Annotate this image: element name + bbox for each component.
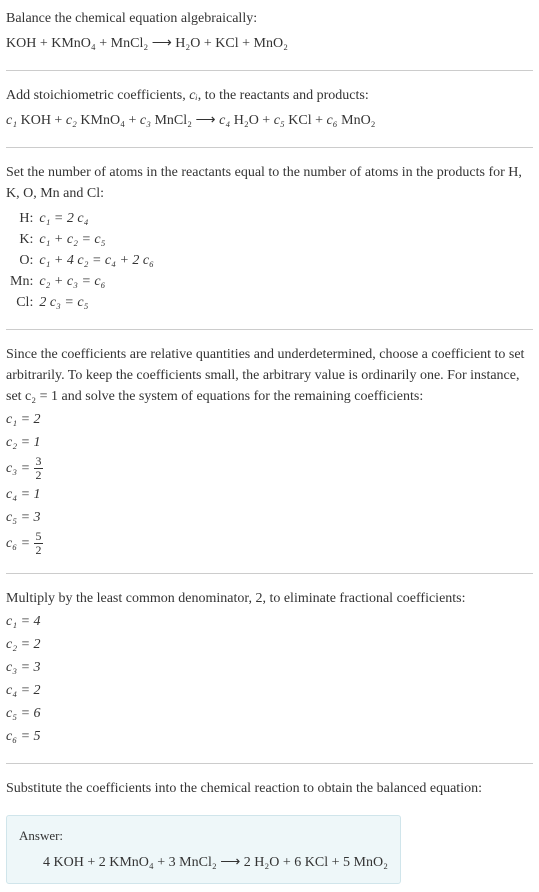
c5-var: c₅ bbox=[274, 113, 285, 128]
frac-den: 2 bbox=[34, 469, 44, 482]
atom-eq-o: c₁ + 4 c₂ = c₄ + 2 c₆ bbox=[39, 250, 154, 271]
intro-equation: KOH + KMnO₄ + MnCl₂ ⟶ H₂O + KCl + MnO₂ bbox=[6, 33, 533, 54]
frac-num: 5 bbox=[34, 530, 44, 544]
atom-label-h: H: bbox=[10, 208, 39, 229]
solve1-text: Since the coefficients are relative quan… bbox=[6, 344, 533, 407]
stoich-equation: c₁ KOH + c₂ KMnO₄ + c₃ MnCl₂ ⟶ c₄ H₂O + … bbox=[6, 110, 533, 131]
answer-equation: 4 KOH + 2 KMnO₄ + 3 MnCl₂ ⟶ 2 H₂O + 6 KC… bbox=[19, 852, 388, 873]
final-text: Substitute the coefficients into the che… bbox=[6, 778, 533, 799]
stoich-text-b: , to the reactants and products: bbox=[198, 88, 369, 103]
frac-num: 3 bbox=[34, 455, 44, 469]
final-section: Substitute the coefficients into the che… bbox=[6, 778, 533, 799]
coef2-c4: c₄ = 2 bbox=[6, 680, 533, 701]
answer-box: Answer: 4 KOH + 2 KMnO₄ + 3 MnCl₂ ⟶ 2 H₂… bbox=[6, 815, 401, 884]
atom-eq-k: c₁ + c₂ = c₅ bbox=[39, 229, 154, 250]
eq-part: MnCl₂ ⟶ bbox=[151, 113, 219, 128]
coef-c3-pre: c₃ = bbox=[6, 461, 34, 476]
stoich-text: Add stoichiometric coefficients, cᵢ, to … bbox=[6, 85, 533, 106]
solve2-section: Multiply by the least common denominator… bbox=[6, 588, 533, 747]
stoich-text-a: Add stoichiometric coefficients, bbox=[6, 88, 189, 103]
fraction: 32 bbox=[34, 455, 44, 482]
atom-eq-h: c₁ = 2 c₄ bbox=[39, 208, 154, 229]
intro-section: Balance the chemical equation algebraica… bbox=[6, 8, 533, 54]
divider bbox=[6, 70, 533, 71]
c6-var: c₆ bbox=[327, 113, 338, 128]
atom-label-o: O: bbox=[10, 250, 39, 271]
coef-c2: c₂ = 1 bbox=[6, 432, 533, 453]
coef2-c3: c₃ = 3 bbox=[6, 657, 533, 678]
coef-c1: c₁ = 2 bbox=[6, 409, 533, 430]
solve1-section: Since the coefficients are relative quan… bbox=[6, 344, 533, 557]
eq-part: MnO₂ bbox=[338, 113, 376, 128]
coef-c3: c₃ = 32 bbox=[6, 455, 533, 482]
coef-c6: c₆ = 52 bbox=[6, 530, 533, 557]
atom-label-k: K: bbox=[10, 229, 39, 250]
atom-label-mn: Mn: bbox=[10, 271, 39, 292]
coef2-c1: c₁ = 4 bbox=[6, 611, 533, 632]
table-row: O: c₁ + 4 c₂ = c₄ + 2 c₆ bbox=[10, 250, 154, 271]
divider bbox=[6, 329, 533, 330]
c3-var: c₃ bbox=[140, 113, 151, 128]
coef-c5: c₅ = 3 bbox=[6, 507, 533, 528]
fraction: 52 bbox=[34, 530, 44, 557]
solve2-text: Multiply by the least common denominator… bbox=[6, 588, 533, 609]
atom-eq-mn: c₂ + c₃ = c₆ bbox=[39, 271, 154, 292]
coef2-c5: c₅ = 6 bbox=[6, 703, 533, 724]
atom-eq-cl: 2 c₃ = c₅ bbox=[39, 292, 154, 313]
answer-label: Answer: bbox=[19, 826, 388, 846]
table-row: K: c₁ + c₂ = c₅ bbox=[10, 229, 154, 250]
c4-var: c₄ bbox=[219, 113, 230, 128]
c1-var: c₁ bbox=[6, 113, 17, 128]
coef2-c6: c₆ = 5 bbox=[6, 726, 533, 747]
table-row: H: c₁ = 2 c₄ bbox=[10, 208, 154, 229]
frac-den: 2 bbox=[34, 544, 44, 557]
divider bbox=[6, 573, 533, 574]
eq-part: KMnO₄ + bbox=[77, 113, 140, 128]
ci-var: cᵢ bbox=[189, 88, 197, 103]
eq-part: H₂O + bbox=[230, 113, 274, 128]
table-row: Mn: c₂ + c₃ = c₆ bbox=[10, 271, 154, 292]
eq-part: KOH + bbox=[17, 113, 66, 128]
atoms-table: H: c₁ = 2 c₄ K: c₁ + c₂ = c₅ O: c₁ + 4 c… bbox=[10, 208, 154, 313]
coef-c6-pre: c₆ = bbox=[6, 536, 34, 551]
c2-var: c₂ bbox=[66, 113, 77, 128]
coef2-c2: c₂ = 2 bbox=[6, 634, 533, 655]
stoich-section: Add stoichiometric coefficients, cᵢ, to … bbox=[6, 85, 533, 131]
atoms-text: Set the number of atoms in the reactants… bbox=[6, 162, 533, 204]
atom-label-cl: Cl: bbox=[10, 292, 39, 313]
atoms-section: Set the number of atoms in the reactants… bbox=[6, 162, 533, 313]
intro-text: Balance the chemical equation algebraica… bbox=[6, 8, 533, 29]
divider bbox=[6, 147, 533, 148]
eq-part: KCl + bbox=[285, 113, 327, 128]
divider bbox=[6, 763, 533, 764]
table-row: Cl: 2 c₃ = c₅ bbox=[10, 292, 154, 313]
coef-c4: c₄ = 1 bbox=[6, 484, 533, 505]
